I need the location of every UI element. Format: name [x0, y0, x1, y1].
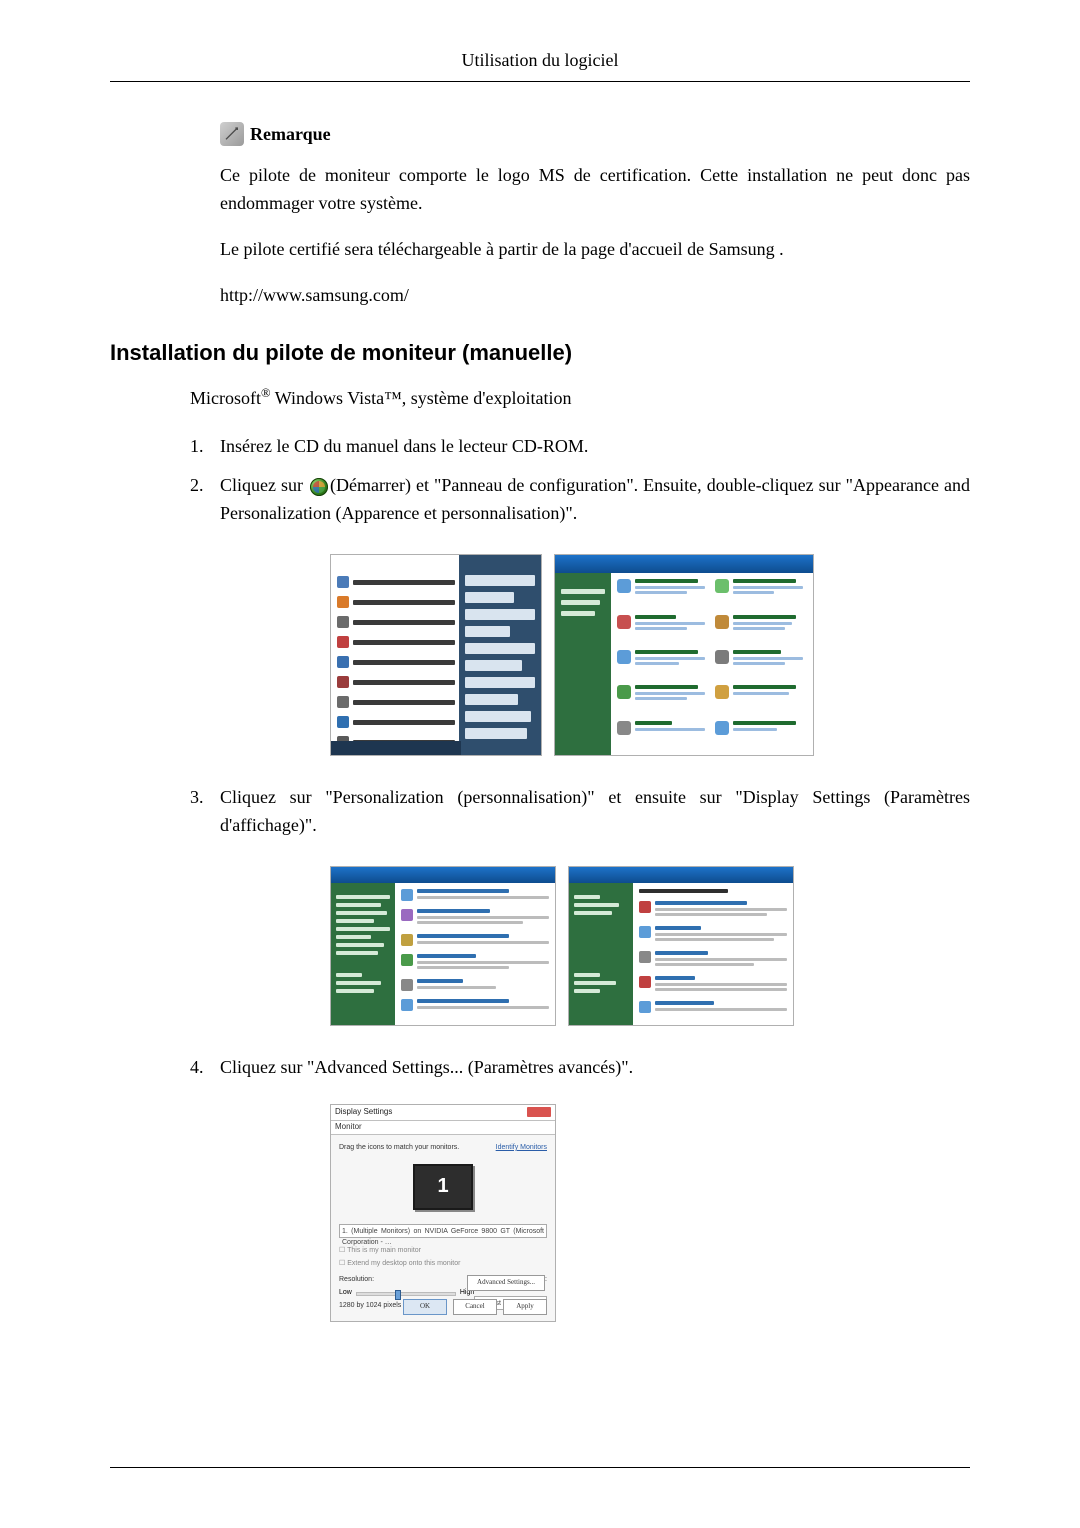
step-4: Cliquez sur "Advanced Settings... (Param…	[110, 1054, 970, 1322]
checkbox-extend-desktop: ☐ Extend my desktop onto this monitor	[339, 1259, 547, 1270]
display-settings-title: Display Settings	[335, 1106, 392, 1118]
checkbox-main-monitor: ☐ This is my main monitor	[339, 1246, 547, 1257]
remark-label: Remarque	[250, 124, 331, 145]
screenshot-control-panel	[554, 554, 814, 756]
step-1-text: Insérez le CD du manuel dans le lecteur …	[220, 436, 588, 456]
screenshot-start-menu	[330, 554, 542, 756]
section-heading: Installation du pilote de moniteur (manu…	[110, 340, 970, 366]
slider-low: Low	[339, 1288, 352, 1299]
windows-start-icon	[310, 478, 328, 496]
identify-monitors-link: Identify Monitors	[496, 1143, 547, 1154]
remark-icon	[220, 122, 244, 146]
step-3-text: Cliquez sur "Personalization (personnali…	[220, 787, 970, 835]
monitor-select: 1. (Multiple Monitors) on NVIDIA GeForce…	[339, 1224, 547, 1238]
section-intro: Microsoft® Windows Vista™, système d'exp…	[110, 386, 970, 409]
apply-button: Apply	[503, 1299, 547, 1315]
intro-prefix: Microsoft	[190, 388, 261, 408]
step-2: Cliquez sur (Démarrer) et "Panneau de co…	[110, 472, 970, 756]
cancel-button: Cancel	[453, 1299, 497, 1315]
intro-suffix: Windows Vista™, système d'exploitation	[271, 388, 572, 408]
resolution-slider	[356, 1292, 456, 1296]
footer-rule	[110, 1467, 970, 1468]
remark-paragraph-2: Le pilote certifié sera téléchargeable à…	[220, 236, 970, 264]
screenshot-personalization-2	[568, 866, 794, 1026]
monitor-number: 1	[413, 1164, 473, 1210]
registered-symbol: ®	[261, 386, 271, 400]
ok-button: OK	[403, 1299, 447, 1315]
advanced-settings-button: Advanced Settings...	[467, 1275, 545, 1291]
resolution-label: Resolution:	[339, 1275, 374, 1286]
display-settings-tab: Monitor	[331, 1121, 555, 1135]
drag-text: Drag the icons to match your monitors.	[339, 1143, 459, 1154]
page-header-title: Utilisation du logiciel	[110, 50, 970, 82]
screenshot-display-settings: Display Settings Monitor Drag the icons …	[330, 1104, 556, 1322]
help-link: How do I get the best display?	[339, 1320, 433, 1322]
remark-url: http://www.samsung.com/	[220, 282, 970, 310]
remark-paragraph-1: Ce pilote de moniteur comporte le logo M…	[220, 162, 970, 218]
step-3: Cliquez sur "Personalization (personnali…	[110, 784, 970, 1026]
step-4-text: Cliquez sur "Advanced Settings... (Param…	[220, 1057, 633, 1077]
step-2-text-b: (Démarrer) et "Panneau de configuration"…	[220, 475, 970, 523]
close-icon	[527, 1107, 551, 1117]
screenshot-personalization-1	[330, 866, 556, 1026]
step-1: Insérez le CD du manuel dans le lecteur …	[110, 433, 970, 461]
step-2-text-a: Cliquez sur	[220, 475, 308, 495]
